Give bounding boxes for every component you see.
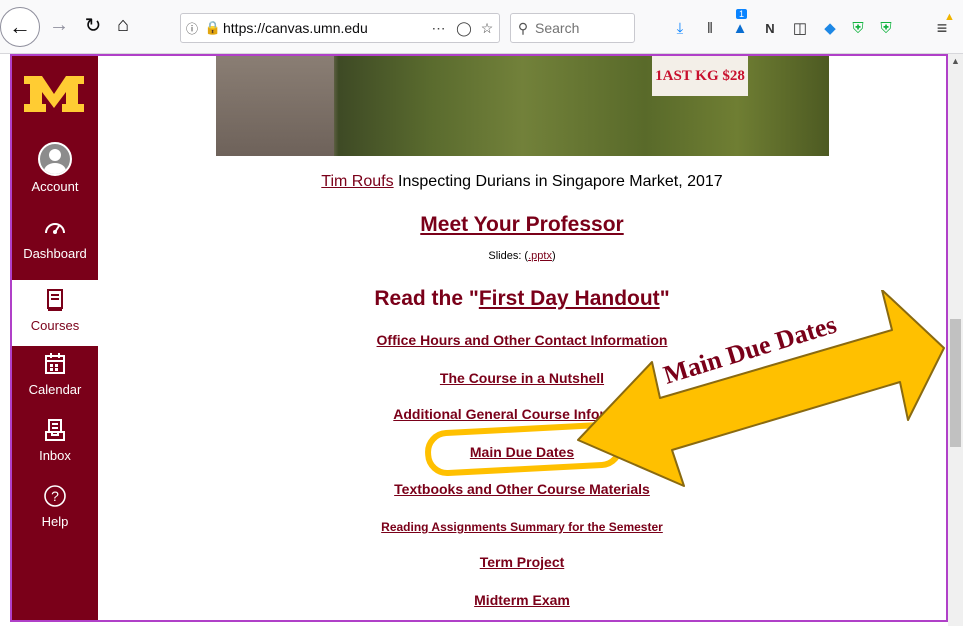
forward-button[interactable]: → — [46, 8, 72, 42]
search-bar[interactable]: ⚲ Search — [510, 13, 635, 43]
nav-calendar-label: Calendar — [28, 382, 82, 397]
durian-market-photo: 1AST KG $28 — [216, 56, 829, 156]
url-bar[interactable]: ⓘ 🔒 https://canvas.umn.edu ⋯ ◯ ☆ — [180, 13, 500, 43]
nav-help[interactable]: ? Help — [12, 484, 98, 529]
library-icon[interactable]: ‖ — [698, 15, 722, 41]
nav-courses-label: Courses — [30, 318, 80, 333]
extension-notification-icon[interactable]: 1 ▲ — [728, 9, 752, 41]
nav-dashboard-label: Dashboard — [23, 246, 87, 261]
forward-arrow-icon: → — [49, 13, 69, 36]
logo-m-icon — [24, 76, 84, 112]
extension-n-icon[interactable]: N — [758, 15, 782, 41]
info-icon[interactable]: ⓘ — [181, 20, 203, 37]
back-button[interactable]: ← — [0, 7, 40, 47]
annotation-arrow-icon — [577, 290, 945, 487]
photo-price-sign: 1AST KG $28 — [652, 56, 748, 96]
help-icon: ? — [12, 484, 98, 512]
calendar-icon — [12, 352, 98, 380]
inbox-icon — [12, 418, 98, 446]
nav-dashboard[interactable]: Dashboard — [12, 216, 98, 261]
umn-logo[interactable] — [22, 70, 86, 118]
reading-assignments-link[interactable]: Reading Assignments Summary for the Seme… — [98, 520, 946, 534]
midterm-exam-link[interactable]: Midterm Exam — [98, 592, 946, 608]
pptx-link[interactable]: .pptx — [528, 250, 552, 262]
url-text[interactable]: https://canvas.umn.edu — [223, 20, 425, 36]
back-arrow-icon: ← — [9, 14, 31, 39]
nav-help-label: Help — [41, 514, 69, 529]
nav-courses[interactable]: Courses — [12, 280, 98, 346]
nav-calendar[interactable]: Calendar — [12, 352, 98, 397]
slides-line: Slides: (.pptx) — [98, 250, 946, 262]
speedometer-icon — [12, 216, 98, 244]
avatar-icon — [38, 142, 72, 176]
notification-badge: 1 — [736, 9, 748, 19]
reload-button[interactable]: ↻ — [80, 8, 106, 42]
photo-caption: Tim Roufs Inspecting Durians in Singapor… — [98, 173, 946, 191]
tim-roufs-link[interactable]: Tim Roufs — [321, 173, 393, 190]
slides-close: ) — [551, 250, 556, 262]
home-icon: ⌂ — [116, 13, 130, 36]
warning-icon: ▲ — [944, 11, 955, 23]
lock-warning-icon[interactable]: 🔒 — [203, 20, 223, 36]
reload-icon: ↻ — [84, 14, 102, 37]
shield-icon[interactable]: ⛨ — [846, 15, 870, 41]
nav-inbox-label: Inbox — [39, 448, 71, 463]
nav-account[interactable]: Account — [12, 142, 98, 194]
menu-icon[interactable]: ≡ ▲ — [930, 11, 955, 41]
svg-text:?: ? — [51, 488, 59, 504]
term-project-link[interactable]: Term Project — [98, 554, 946, 570]
browser-toolbar: ← → ↻ ⌂ ⓘ 🔒 https://canvas.umn.edu ⋯ ◯ ☆… — [0, 0, 963, 54]
home-button[interactable]: ⌂ — [110, 8, 136, 42]
nav-inbox[interactable]: Inbox — [12, 418, 98, 463]
handout-prefix: Read the " — [374, 287, 479, 310]
sidebar-toggle-icon[interactable]: ◫ — [788, 15, 812, 41]
caption-text: Inspecting Durians in Singapore Market, … — [393, 173, 723, 190]
bookmark-star-icon[interactable]: ☆ — [475, 20, 499, 37]
search-icon: ⚲ — [517, 19, 529, 36]
downloads-icon[interactable]: ⤓ — [668, 15, 692, 41]
book-icon — [12, 288, 98, 316]
canvas-global-nav: Account Dashboard Courses Calendar Inbox — [12, 56, 98, 620]
pocket-icon[interactable]: ◯ — [453, 20, 475, 37]
scroll-up-arrow-icon[interactable]: ▲ — [948, 54, 963, 68]
photo-person-region — [216, 56, 334, 156]
extension-maps-icon[interactable]: ◆ — [818, 15, 842, 41]
shield-check-icon[interactable]: ⛨ — [874, 15, 898, 41]
slides-label: Slides: ( — [488, 250, 529, 262]
nav-account-label: Account — [31, 179, 79, 194]
meet-professor-link[interactable]: Meet Your Professor — [98, 213, 946, 237]
search-placeholder: Search — [535, 20, 580, 36]
page-actions-icon[interactable]: ⋯ — [425, 20, 453, 37]
